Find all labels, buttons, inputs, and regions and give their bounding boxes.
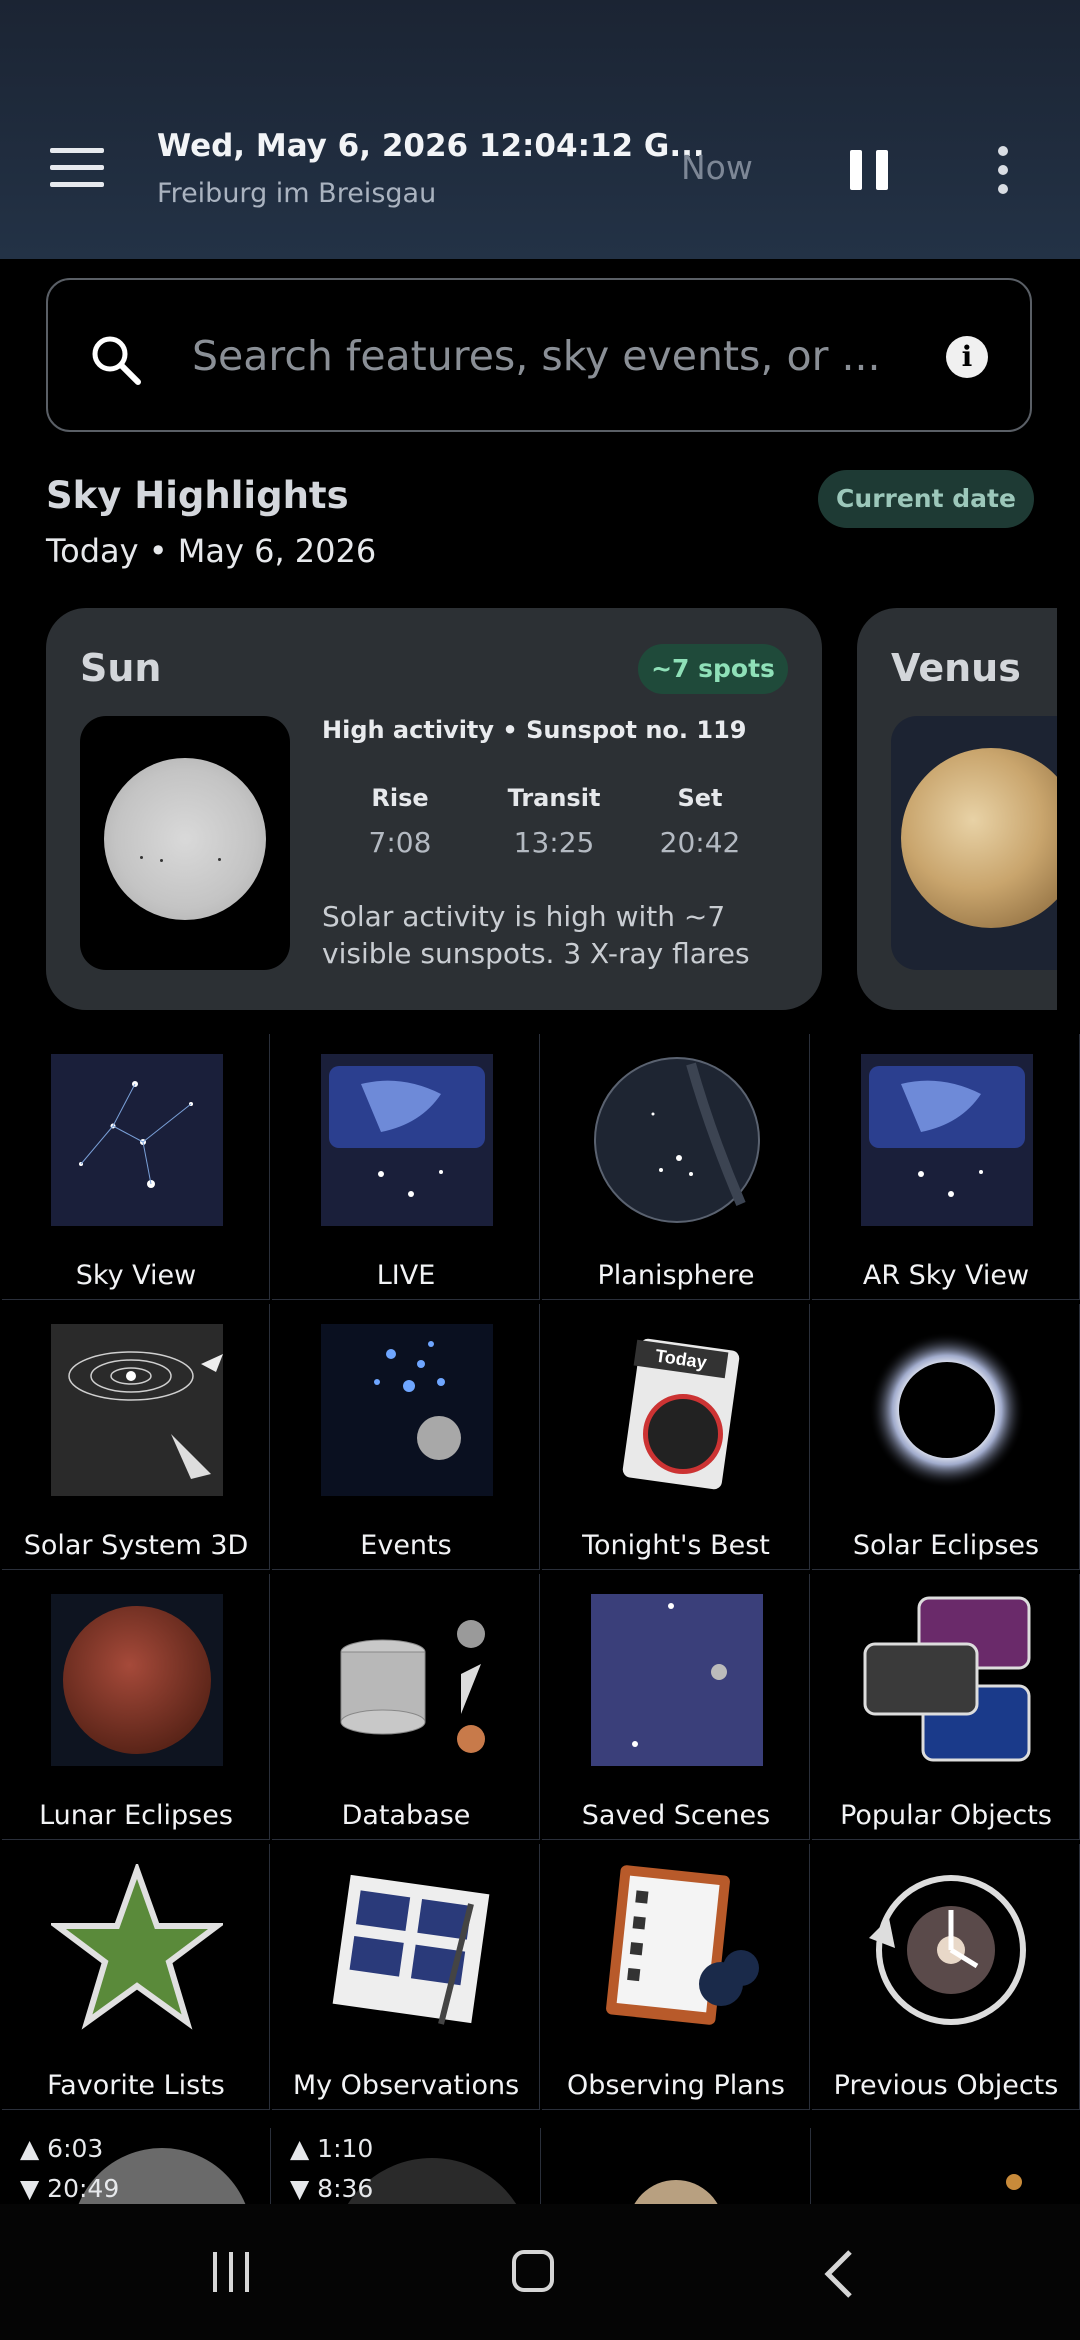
saved-scenes-icon bbox=[591, 1594, 763, 1766]
lunar-eclipse-icon bbox=[51, 1594, 223, 1766]
tile-favorite-lists[interactable]: Favorite Lists bbox=[2, 1844, 270, 2110]
popular-objects-icon bbox=[861, 1594, 1033, 1766]
tile-ar-sky-view[interactable]: AR Sky View bbox=[812, 1034, 1080, 1300]
activity-description: Solar activity is high with ~7 visible s… bbox=[322, 900, 750, 970]
sunspot-badge: ~7 spots bbox=[638, 644, 788, 694]
solar-system-icon bbox=[51, 1324, 223, 1496]
partial-tile-moon[interactable]: ▲ 6:03 ▼ 20:49 bbox=[2, 2128, 271, 2204]
tile-events[interactable]: Events bbox=[272, 1304, 540, 1570]
planisphere-icon bbox=[594, 1057, 760, 1223]
tile-solar-eclipses[interactable]: Solar Eclipses bbox=[812, 1304, 1080, 1570]
set-time: ▼ 8:36 bbox=[290, 2174, 374, 2203]
info-icon[interactable]: i bbox=[946, 336, 988, 378]
database-icon bbox=[321, 1594, 493, 1766]
live-icon bbox=[321, 1054, 493, 1226]
tile-label: AR Sky View bbox=[862, 1260, 1030, 1291]
sky-view-icon bbox=[51, 1054, 223, 1226]
observing-plans-icon bbox=[591, 1864, 763, 2036]
datetime-title[interactable]: Wed, May 6, 2026 12:04:12 G... bbox=[157, 128, 705, 164]
tonights-best-icon: Today bbox=[591, 1324, 763, 1496]
partial-tile-planet[interactable]: ▲ 1:10 ▼ 8:36 bbox=[272, 2128, 541, 2204]
tile-previous-objects[interactable]: Previous Objects bbox=[812, 1844, 1080, 2110]
rise-time: ▲ 6:03 bbox=[20, 2134, 104, 2163]
observations-notebook-icon bbox=[321, 1864, 493, 2036]
tile-tonights-best[interactable]: Today Tonight's Best bbox=[542, 1304, 810, 1570]
partial-tile-jupiter[interactable] bbox=[542, 2128, 811, 2204]
section-date: Today • May 6, 2026 bbox=[46, 532, 377, 570]
now-button[interactable]: Now bbox=[681, 148, 753, 187]
solar-eclipse-icon bbox=[861, 1324, 1033, 1496]
tile-observing-plans[interactable]: Observing Plans bbox=[542, 1844, 810, 2110]
transit-time: 13:25 bbox=[513, 826, 595, 859]
more-options-icon[interactable] bbox=[996, 146, 1010, 194]
recents-icon[interactable] bbox=[213, 2252, 253, 2292]
tile-sky-view[interactable]: Sky View bbox=[2, 1034, 270, 1300]
rise-time: 7:08 bbox=[368, 826, 432, 859]
favorite-star-icon bbox=[51, 1864, 223, 2036]
rise-column: Rise 7:08 bbox=[340, 784, 460, 859]
section-title: Sky Highlights bbox=[46, 474, 349, 517]
transit-column: Transit 13:25 bbox=[494, 784, 614, 859]
search-input[interactable]: Search features, sky events, or ... bbox=[192, 332, 881, 380]
back-icon[interactable] bbox=[822, 2248, 854, 2300]
tile-label: Solar System 3D bbox=[23, 1530, 249, 1561]
tile-label: Observing Plans bbox=[567, 2070, 785, 2101]
tile-label: Solar Eclipses bbox=[852, 1530, 1040, 1561]
venus-image bbox=[891, 716, 1057, 970]
tile-popular-objects[interactable]: Popular Objects bbox=[812, 1574, 1080, 1840]
app-bar: Wed, May 6, 2026 12:04:12 G... Freiburg … bbox=[0, 0, 1080, 259]
sun-highlight-card[interactable]: Sun ~7 spots High activity • Sunspot no.… bbox=[46, 608, 822, 1010]
home-icon[interactable] bbox=[512, 2250, 554, 2292]
tile-saved-scenes[interactable]: Saved Scenes bbox=[542, 1574, 810, 1840]
set-label: Set bbox=[677, 784, 723, 812]
location-subtitle[interactable]: Freiburg im Breisgau bbox=[157, 178, 436, 209]
venus-highlight-card[interactable]: Venus bbox=[857, 608, 1057, 1010]
tile-label: LIVE bbox=[376, 1260, 436, 1291]
transit-label: Transit bbox=[507, 784, 601, 812]
tile-database[interactable]: Database bbox=[272, 1574, 540, 1840]
tile-label: Database bbox=[341, 1800, 471, 1831]
rise-label: Rise bbox=[371, 784, 429, 812]
tile-label: Previous Objects bbox=[833, 2070, 1059, 2101]
tile-lunar-eclipses[interactable]: Lunar Eclipses bbox=[2, 1574, 270, 1840]
tile-label: Sky View bbox=[75, 1260, 197, 1291]
set-column: Set 20:42 bbox=[640, 784, 760, 859]
tile-planisphere[interactable]: Planisphere bbox=[542, 1034, 810, 1300]
search-bar[interactable]: Search features, sky events, or ... i bbox=[46, 278, 1032, 432]
tile-label: Saved Scenes bbox=[581, 1800, 771, 1831]
current-date-chip[interactable]: Current date bbox=[818, 470, 1034, 528]
activity-text: High activity • Sunspot no. 119 bbox=[322, 716, 747, 744]
rise-time: ▲ 1:10 bbox=[290, 2134, 374, 2163]
tile-label: Planisphere bbox=[597, 1260, 755, 1291]
tile-solar-system-3d[interactable]: Solar System 3D bbox=[2, 1304, 270, 1570]
set-time: ▼ 20:49 bbox=[20, 2174, 120, 2203]
set-time: 20:42 bbox=[659, 826, 741, 859]
tile-label: My Observations bbox=[292, 2070, 520, 2101]
tile-live[interactable]: LIVE bbox=[272, 1034, 540, 1300]
tile-label: Tonight's Best bbox=[582, 1530, 770, 1561]
partial-tile-mars[interactable] bbox=[812, 2128, 1080, 2204]
search-icon bbox=[92, 336, 141, 385]
tile-my-observations[interactable]: My Observations bbox=[272, 1844, 540, 2110]
events-icon bbox=[321, 1324, 493, 1496]
card-title: Venus bbox=[891, 646, 1021, 690]
hamburger-menu-icon[interactable] bbox=[50, 148, 104, 188]
card-title: Sun bbox=[80, 646, 162, 690]
tile-label: Events bbox=[360, 1530, 452, 1561]
tile-label: Lunar Eclipses bbox=[39, 1800, 233, 1831]
system-nav-bar bbox=[0, 2204, 1080, 2340]
pause-icon[interactable] bbox=[850, 150, 888, 190]
previous-objects-icon bbox=[861, 1864, 1033, 2036]
ar-sky-view-icon bbox=[861, 1054, 1033, 1226]
sun-image bbox=[80, 716, 290, 970]
tile-label: Popular Objects bbox=[840, 1800, 1052, 1831]
tile-label: Favorite Lists bbox=[47, 2070, 225, 2101]
